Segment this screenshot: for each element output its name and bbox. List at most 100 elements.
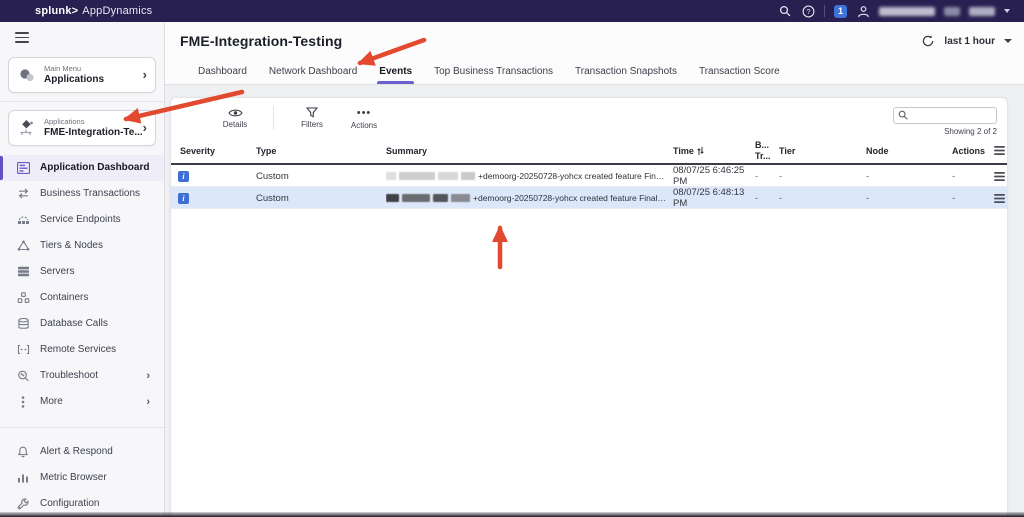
row-node: -	[866, 171, 952, 182]
row-tier: -	[779, 193, 866, 204]
column-type[interactable]: Type	[256, 146, 386, 156]
wrench-icon	[15, 498, 31, 510]
redacted-account	[944, 7, 960, 16]
row-time: 08/07/25 6:48:13 PM	[673, 187, 755, 209]
column-severity[interactable]: Severity	[180, 146, 256, 156]
application-card[interactable]: Applications FME-Integration-Te... ›	[8, 110, 156, 146]
help-icon[interactable]: ?	[801, 4, 815, 18]
row-menu-icon[interactable]	[994, 194, 1007, 203]
bar-chart-icon	[15, 472, 31, 483]
chevron-right-icon: ›	[143, 68, 147, 81]
main-menu-label: Applications	[44, 74, 143, 85]
row-menu-icon[interactable]	[994, 172, 1007, 181]
column-settings-icon[interactable]	[994, 146, 1007, 155]
row-type: Custom	[256, 193, 386, 204]
sidebar-item-label: Containers	[40, 292, 88, 303]
sidebar-divider	[0, 101, 164, 102]
toolbar-divider	[273, 106, 274, 130]
refresh-icon[interactable]	[921, 34, 935, 48]
sidebar-footer-nav: Alert & Respond Metric Browser Configura…	[0, 439, 164, 517]
application-card-eyebrow: Applications	[44, 117, 143, 126]
filter-icon	[306, 107, 318, 118]
splunk-appdynamics-logo: splunk> AppDynamics	[35, 5, 152, 17]
time-range-selector[interactable]: last 1 hour	[944, 36, 995, 47]
table-row-selected[interactable]: i Custom +demoorg-20250728-yohcx created…	[171, 187, 1007, 209]
redacted-text	[386, 194, 399, 202]
tab-transaction-snapshots[interactable]: Transaction Snapshots	[575, 66, 677, 84]
main-menu-eyebrow: Main Menu	[44, 64, 143, 73]
row-business-transaction: -	[755, 193, 779, 204]
sidebar-item-service-endpoints[interactable]: Service Endpoints	[0, 207, 164, 233]
column-bt-line2: Tr...	[755, 151, 779, 161]
column-summary[interactable]: Summary	[386, 146, 673, 156]
more-dots-icon	[15, 396, 31, 408]
main-menu-card[interactable]: Main Menu Applications ›	[8, 57, 156, 93]
topbar-actions: ? 1	[778, 4, 1010, 18]
containers-icon	[15, 292, 31, 304]
tab-top-business-transactions[interactable]: Top Business Transactions	[434, 66, 553, 84]
user-icon[interactable]	[856, 4, 870, 18]
redacted-text	[461, 172, 475, 180]
application-flow-icon	[18, 119, 36, 137]
time-range-caret-icon[interactable]	[1004, 39, 1012, 43]
table-search-box[interactable]	[893, 107, 997, 124]
database-icon	[15, 318, 31, 330]
sidebar-item-business-transactions[interactable]: Business Transactions	[0, 181, 164, 207]
tiers-nodes-icon	[15, 240, 31, 251]
notification-badge[interactable]: 1	[834, 5, 847, 18]
column-tier[interactable]: Tier	[779, 146, 866, 156]
sidebar-item-application-dashboard[interactable]: Application Dashboard	[0, 155, 164, 181]
sidebar-item-troubleshoot[interactable]: Troubleshoot ›	[0, 363, 164, 389]
column-business-transaction[interactable]: B... Tr...	[755, 140, 779, 161]
sidebar-item-servers[interactable]: Servers	[0, 259, 164, 285]
sidebar-item-containers[interactable]: Containers	[0, 285, 164, 311]
topbar: splunk> AppDynamics ? 1	[0, 0, 1024, 22]
sidebar-item-alert-respond[interactable]: Alert & Respond	[0, 439, 164, 465]
column-node[interactable]: Node	[866, 146, 952, 156]
redacted-username	[879, 7, 935, 16]
chevron-right-icon: ›	[146, 370, 150, 382]
row-summary-text: +demoorg-20250728-yohcx created feature …	[478, 171, 667, 181]
details-button[interactable]: Details	[209, 108, 261, 129]
sidebar-item-label: Metric Browser	[40, 472, 107, 483]
search-icon[interactable]	[778, 4, 792, 18]
sidebar-item-label: Servers	[40, 266, 74, 277]
redacted-text	[399, 172, 435, 180]
sidebar-item-metric-browser[interactable]: Metric Browser	[0, 465, 164, 491]
tab-network-dashboard[interactable]: Network Dashboard	[269, 66, 357, 84]
info-icon: i	[178, 193, 189, 204]
hamburger-menu-icon[interactable]	[15, 32, 29, 46]
row-type: Custom	[256, 171, 386, 182]
page-title: FME-Integration-Testing	[180, 33, 342, 49]
events-table-header: Severity Type Summary Time B... Tr... Ti…	[171, 138, 1007, 165]
row-tier: -	[779, 171, 866, 182]
sidebar-item-label: Application Dashboard	[40, 162, 149, 173]
column-time[interactable]: Time	[673, 146, 755, 156]
sidebar-item-tiers-nodes[interactable]: Tiers & Nodes	[0, 233, 164, 259]
dashboard-icon	[15, 162, 31, 174]
user-menu-caret-icon[interactable]	[1004, 9, 1010, 13]
sidebar-item-database-calls[interactable]: Database Calls	[0, 311, 164, 337]
sidebar-item-label: Configuration	[40, 498, 99, 509]
sidebar-item-more[interactable]: More ›	[0, 389, 164, 415]
sidebar-item-label: Database Calls	[40, 318, 108, 329]
search-input[interactable]	[911, 110, 991, 120]
sidebar-item-label: Alert & Respond	[40, 446, 113, 457]
sidebar-item-remote-services[interactable]: Remote Services	[0, 337, 164, 363]
redacted-text	[402, 194, 430, 202]
window-bottom-edge	[0, 512, 1024, 517]
actions-button[interactable]: ••• Actions	[338, 107, 390, 130]
filters-button[interactable]: Filters	[286, 107, 338, 129]
redacted-account-2	[969, 7, 995, 16]
tab-transaction-score[interactable]: Transaction Score	[699, 66, 780, 84]
bell-icon	[15, 446, 31, 458]
tab-events[interactable]: Events	[379, 66, 412, 84]
app-header: FME-Integration-Testing last 1 hour Dash…	[165, 22, 1024, 85]
table-row[interactable]: i Custom +demoorg-20250728-yohcx created…	[171, 165, 1007, 187]
column-bt-line1: B...	[755, 140, 779, 150]
logo-splunk-text: splunk>	[35, 5, 78, 17]
servers-icon	[15, 266, 31, 277]
column-actions[interactable]: Actions	[952, 146, 994, 156]
sidebar-divider	[0, 427, 164, 428]
tab-dashboard[interactable]: Dashboard	[198, 66, 247, 84]
